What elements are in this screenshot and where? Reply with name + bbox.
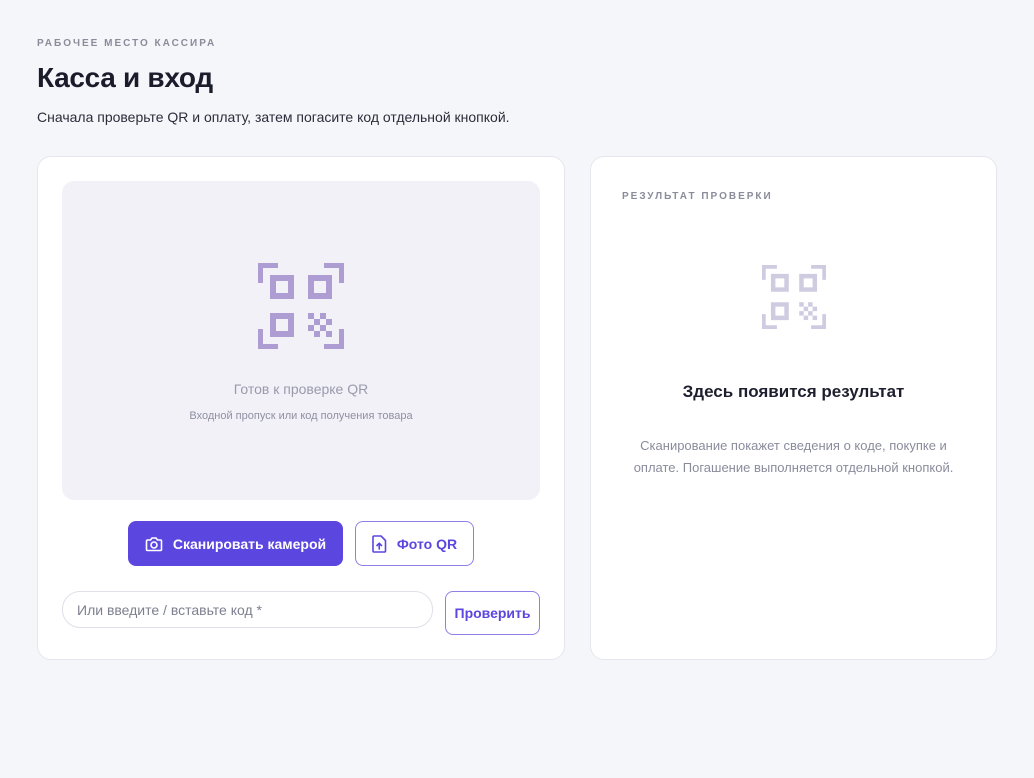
page-eyebrow: РАБОЧЕЕ МЕСТО КАССИРА	[37, 38, 217, 49]
result-card: РЕЗУЛЬТАТ ПРОВЕРКИ Здесь появится резуль…	[590, 156, 997, 660]
page-title: Касса и вход	[37, 62, 213, 93]
file-upload-icon	[372, 534, 387, 553]
qr-code-icon	[258, 263, 344, 349]
photo-qr-label: Фото QR	[396, 535, 458, 552]
result-label: РЕЗУЛЬТАТ ПРОВЕРКИ	[622, 191, 773, 202]
result-title: Здесь появится результат	[682, 382, 905, 401]
scanner-card: Готов к проверке QR Входной пропуск или …	[37, 156, 565, 660]
scan-status-hint: Входной пропуск или код получения товара	[189, 410, 413, 422]
scan-status-title: Готов к проверке QR	[233, 381, 369, 397]
scan-camera-button[interactable]: Сканировать камерой	[128, 521, 343, 566]
result-description: Сканирование покажет сведения о коде, по…	[633, 438, 954, 475]
check-button[interactable]: Проверить	[445, 591, 540, 635]
qr-code-icon	[762, 265, 826, 329]
photo-qr-button[interactable]: Фото QR	[355, 521, 474, 566]
page-subtitle: Сначала проверьте QR и оплату, затем пог…	[37, 109, 510, 125]
code-input[interactable]	[62, 591, 433, 628]
scan-area[interactable]: Готов к проверке QR Входной пропуск или …	[62, 181, 540, 500]
scan-camera-label: Сканировать камерой	[172, 535, 327, 552]
camera-icon	[145, 536, 163, 551]
